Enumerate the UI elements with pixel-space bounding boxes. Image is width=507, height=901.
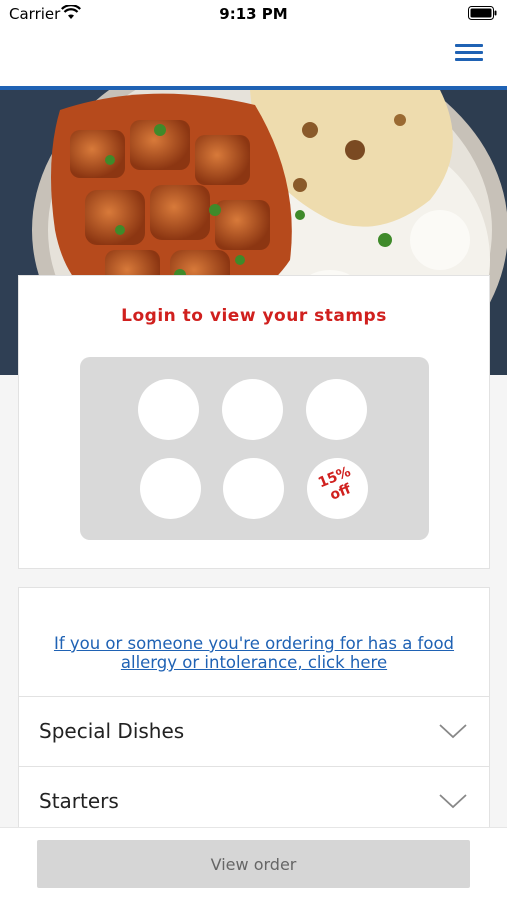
category-label: Special Dishes bbox=[39, 719, 185, 743]
top-nav-bar bbox=[0, 30, 507, 86]
stamp-slot bbox=[140, 458, 201, 519]
loyalty-stamp-card: Login to view your stamps 15% off bbox=[18, 275, 490, 569]
stamp-slot bbox=[138, 379, 199, 440]
category-label: Starters bbox=[39, 789, 119, 813]
stamp-slot bbox=[223, 458, 284, 519]
login-to-view-stamps-link[interactable]: Login to view your stamps bbox=[19, 306, 489, 326]
hamburger-menu-icon[interactable] bbox=[455, 40, 483, 68]
menu-card: If you or someone you're ordering for ha… bbox=[18, 587, 490, 847]
status-bar: Carrier 9:13 PM bbox=[0, 0, 507, 30]
stamp-reward-slot: 15% off bbox=[307, 458, 368, 519]
chevron-down-icon bbox=[439, 794, 467, 809]
chevron-down-icon bbox=[439, 724, 467, 739]
battery-icon bbox=[468, 6, 497, 20]
allergy-info-link[interactable]: If you or someone you're ordering for ha… bbox=[39, 634, 469, 672]
category-starters[interactable]: Starters bbox=[19, 766, 489, 836]
view-order-button[interactable]: View order bbox=[37, 840, 470, 888]
stamp-grid: 15% off bbox=[80, 357, 429, 540]
reward-label: 15% off bbox=[303, 459, 372, 512]
clock: 9:13 PM bbox=[219, 5, 288, 23]
stamp-slot bbox=[306, 379, 367, 440]
bottom-bar: View order bbox=[0, 827, 507, 901]
stamp-slot bbox=[222, 379, 283, 440]
category-special-dishes[interactable]: Special Dishes bbox=[19, 696, 489, 766]
